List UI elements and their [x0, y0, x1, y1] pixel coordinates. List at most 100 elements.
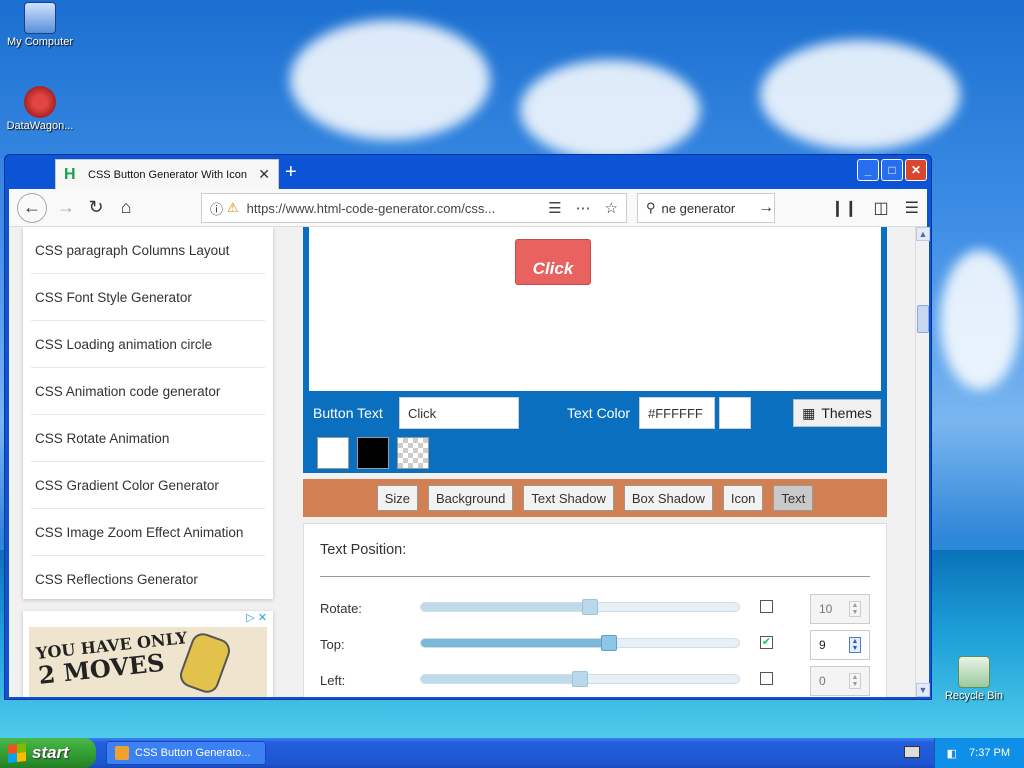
top-label: Top:: [320, 637, 345, 652]
top-value: 9: [819, 638, 826, 652]
maximize-button[interactable]: □: [881, 159, 903, 181]
sidebar-item-label[interactable]: CSS Rotate Animation: [35, 431, 169, 446]
scroll-up-icon[interactable]: ▲: [916, 227, 930, 241]
sidebar-item-label[interactable]: CSS paragraph Columns Layout: [35, 243, 229, 258]
top-slider[interactable]: [420, 635, 740, 651]
tab-text[interactable]: Text: [773, 485, 814, 511]
info-icon[interactable]: ⓘ: [210, 199, 223, 218]
search-text[interactable]: ne generator: [662, 201, 754, 216]
tab-background[interactable]: Background: [428, 485, 514, 511]
url-text[interactable]: https://www.html-code-generator.com/css.…: [247, 201, 509, 216]
sidebar-item-label[interactable]: CSS Reflections Generator: [35, 572, 198, 587]
top-row: Top: ✔ 9 ▲ ▼: [320, 630, 872, 660]
sidebar-item[interactable]: CSS paragraph Columns Layout: [31, 227, 265, 274]
recycle-bin-icon[interactable]: Recycle Bin: [934, 656, 1014, 702]
reload-button[interactable]: ↻: [81, 193, 111, 223]
start-button[interactable]: start: [0, 738, 96, 768]
themes-button[interactable]: ▦ Themes: [793, 399, 881, 427]
sidebar-item-label[interactable]: CSS Gradient Color Generator: [35, 478, 219, 493]
top-slider-fill: [421, 639, 609, 647]
text-color-swatch[interactable]: [719, 397, 751, 429]
forward-button[interactable]: →: [51, 193, 81, 223]
sidebar-item-label[interactable]: CSS Animation code generator: [35, 384, 220, 399]
sidebar-item-label[interactable]: CSS Loading animation circle: [35, 337, 212, 352]
tab-text-shadow[interactable]: Text Shadow: [523, 485, 614, 511]
preview-button[interactable]: Click: [515, 239, 591, 285]
sidebar-toggle-icon[interactable]: ◫: [874, 198, 889, 218]
sidebar-item[interactable]: CSS Font Style Generator: [31, 274, 265, 321]
advertisement[interactable]: ▷ ✕ YOU HAVE ONLY 2 MOVES: [23, 611, 273, 697]
my-computer-icon[interactable]: My Computer: [0, 2, 80, 48]
sidebar-item[interactable]: CSS Loading animation circle: [31, 321, 265, 368]
transparent-swatch[interactable]: [397, 437, 429, 469]
bookmark-star-icon[interactable]: ☆: [605, 199, 618, 217]
close-tab-icon[interactable]: ✕: [258, 166, 270, 183]
tab-box-shadow[interactable]: Box Shadow: [623, 485, 713, 511]
recycle-bin-label: Recycle Bin: [944, 690, 1004, 702]
themes-label: Themes: [821, 405, 872, 421]
black-swatch[interactable]: [357, 437, 389, 469]
start-label: start: [32, 743, 69, 762]
rotate-value-input[interactable]: 10 ▲ ▼: [810, 594, 870, 624]
text-color-label: Text Color: [567, 405, 631, 421]
left-checkbox[interactable]: [760, 672, 773, 685]
left-value-input[interactable]: 0 ▲ ▼: [810, 666, 870, 696]
tab-css-button-generator[interactable]: H CSS Button Generator With Icon ✕: [55, 159, 279, 189]
rotate-slider[interactable]: [420, 599, 740, 615]
search-go-icon[interactable]: →: [758, 199, 774, 217]
top-spinner-icon[interactable]: ▲ ▼: [849, 637, 861, 653]
scroll-down-icon[interactable]: ▼: [916, 683, 930, 697]
new-tab-button[interactable]: +: [285, 161, 297, 184]
keyboard-icon[interactable]: [904, 746, 920, 758]
text-color-input[interactable]: #FFFFFF: [639, 397, 715, 429]
tab-strip: H CSS Button Generator With Icon ✕ + _ □…: [9, 157, 927, 189]
minimize-button[interactable]: _: [857, 159, 879, 181]
search-icon: ⚲: [646, 200, 656, 215]
sidebar-item[interactable]: CSS Animation code generator: [31, 368, 265, 415]
white-swatch[interactable]: [317, 437, 349, 469]
adchoices-icon[interactable]: ▷ ✕: [246, 611, 267, 624]
tab-size[interactable]: Size: [376, 485, 419, 511]
button-text-input[interactable]: Click: [399, 397, 519, 429]
clock[interactable]: 7:37 PM: [969, 747, 1010, 759]
left-slider-handle[interactable]: [572, 671, 588, 687]
page-scrollbar[interactable]: ▲ ▼: [915, 227, 930, 697]
sidebar-item[interactable]: CSS Gradient Color Generator: [31, 462, 265, 509]
sidebar-item[interactable]: CSS Reflections Generator: [31, 556, 265, 603]
top-value-input[interactable]: 9 ▲ ▼: [810, 630, 870, 660]
top-checkbox[interactable]: ✔: [760, 636, 773, 649]
insecure-lock-icon[interactable]: ⚠: [227, 200, 239, 216]
taskbar-item-label: CSS Button Generato...: [135, 747, 251, 759]
page-actions-icon[interactable]: ⋯: [576, 199, 591, 217]
library-icon[interactable]: ❙❙: [831, 198, 858, 218]
sidebar-item-label[interactable]: CSS Image Zoom Effect Animation: [35, 525, 243, 540]
tab-icon[interactable]: Icon: [722, 485, 764, 511]
rotate-slider-handle[interactable]: [581, 599, 598, 615]
reader-view-icon[interactable]: ☰: [548, 199, 561, 217]
button-text-label: Button Text: [313, 405, 383, 421]
taskbar-item-browser[interactable]: CSS Button Generato...: [106, 741, 266, 765]
sidebar-item-label[interactable]: CSS Font Style Generator: [35, 290, 192, 305]
sidebar-item[interactable]: CSS Image Zoom Effect Animation: [31, 509, 265, 556]
address-bar[interactable]: ⓘ ⚠ https://www.html-code-generator.com/…: [201, 193, 627, 223]
back-button[interactable]: ←: [17, 192, 47, 223]
rotate-slider-fill: [421, 603, 590, 611]
menu-icon[interactable]: ☰: [905, 198, 919, 218]
left-slider[interactable]: [420, 671, 740, 687]
windows-logo-icon: [8, 743, 26, 763]
network-icon[interactable]: ◧: [947, 747, 957, 760]
left-spinner-icon[interactable]: ▲ ▼: [849, 673, 861, 689]
datawagon-icon[interactable]: DataWagon...: [0, 86, 80, 132]
top-slider-handle[interactable]: [600, 635, 617, 651]
close-window-button[interactable]: ✕: [905, 159, 927, 181]
ad-image[interactable]: YOU HAVE ONLY 2 MOVES: [29, 627, 267, 697]
my-computer-label: My Computer: [6, 36, 74, 48]
scroll-thumb[interactable]: [917, 305, 929, 333]
firefox-icon: [115, 746, 129, 760]
rotate-value: 10: [819, 602, 833, 616]
rotate-checkbox[interactable]: [760, 600, 773, 613]
home-button[interactable]: ⌂: [111, 193, 141, 223]
search-bar[interactable]: ⚲ ne generator →: [637, 193, 775, 223]
sidebar-item[interactable]: CSS Rotate Animation: [31, 415, 265, 462]
rotate-spinner-icon[interactable]: ▲ ▼: [849, 601, 861, 617]
